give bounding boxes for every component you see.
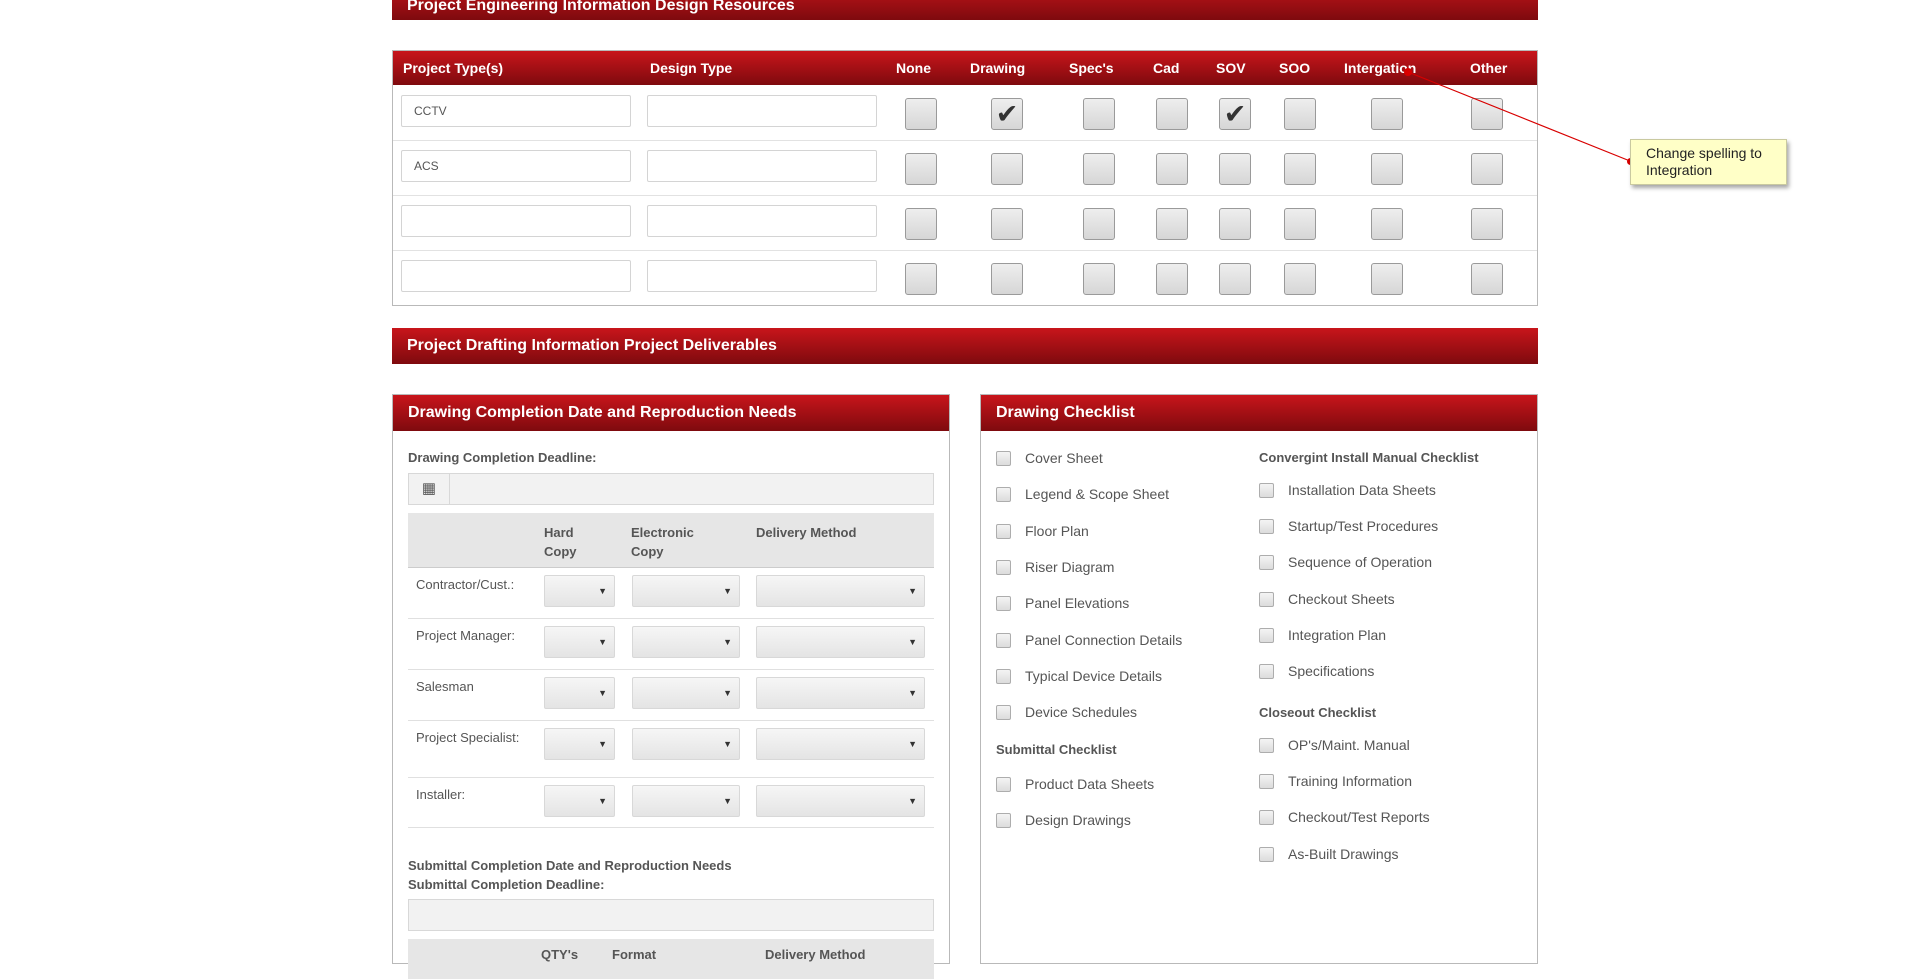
annotation-note[interactable]: Change spelling to Integration (1630, 139, 1787, 185)
